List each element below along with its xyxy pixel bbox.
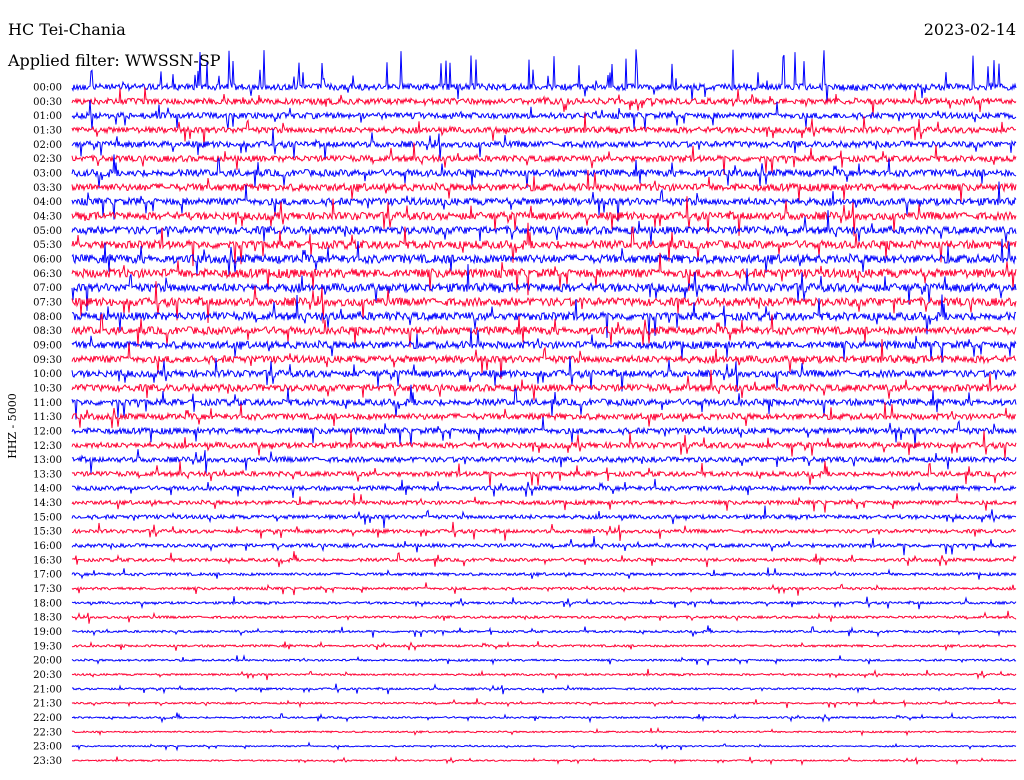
trace-row-2000	[71, 654, 1017, 666]
trace-row-0100	[71, 100, 1017, 131]
time-tick-label: 23:30	[33, 756, 62, 767]
trace-row-1230	[71, 429, 1017, 459]
time-tick-label: 01:30	[33, 125, 62, 136]
trace-row-0200	[71, 128, 1017, 161]
trace-row-2230	[71, 726, 1017, 737]
time-tick-label: 03:30	[33, 183, 62, 194]
time-tick-label: 12:30	[33, 441, 62, 452]
trace-row-1500	[71, 505, 1017, 528]
trace-row-1430	[71, 492, 1017, 513]
time-tick-label: 08:00	[33, 312, 62, 323]
time-tick-label: 08:30	[33, 326, 62, 337]
time-tick-label: 19:30	[33, 641, 62, 652]
filter-label: Applied filter: WWSSN-SP	[7, 51, 221, 70]
trace-row-2030	[71, 668, 1017, 681]
channel-label: HHZ - 5000	[6, 393, 19, 459]
time-tick-label: 06:00	[33, 254, 62, 265]
time-tick-label: 05:30	[33, 240, 62, 251]
time-tick-label: 02:00	[33, 140, 62, 151]
time-tick-label: 00:00	[33, 83, 62, 94]
time-tick-label: 03:00	[33, 168, 62, 179]
time-tick-label: 02:30	[33, 154, 62, 165]
trace-row-0030	[71, 87, 1017, 117]
trace-row-0900	[71, 327, 1017, 363]
trace-row-1730	[71, 582, 1017, 596]
time-tick-label: 05:00	[33, 226, 62, 237]
helicorder-chart: HC Tei-Chania 2023-02-14 Applied filter:…	[6, 20, 1017, 768]
time-tick-label: 18:00	[33, 598, 62, 609]
time-tick-label: 07:00	[33, 283, 62, 294]
time-tick-label: 20:00	[33, 656, 62, 667]
time-tick-label: 18:30	[33, 613, 62, 624]
trace-row-2300	[71, 741, 1017, 752]
time-tick-label: 15:30	[33, 527, 62, 538]
trace-row-1400	[72, 478, 1017, 499]
time-tick-label: 17:00	[33, 570, 62, 581]
time-tick-label: 14:00	[33, 484, 62, 495]
time-tick-label: 22:00	[33, 713, 62, 724]
trace-row-1300	[71, 449, 1017, 474]
time-tick-label: 07:30	[33, 297, 62, 308]
trace-row-1700	[71, 567, 1017, 580]
time-tick-label: 04:00	[33, 197, 62, 208]
time-tick-label: 16:30	[33, 555, 62, 566]
trace-row-1900	[71, 625, 1017, 638]
trace-row-1530	[71, 521, 1016, 541]
time-tick-label: 14:30	[33, 498, 62, 509]
time-tick-label: 01:00	[33, 111, 62, 122]
trace-row-2100	[71, 683, 1017, 695]
trace-row-1330	[71, 460, 1017, 487]
trace-row-1600	[71, 535, 1017, 556]
time-tick-label: 09:00	[33, 340, 62, 351]
time-tick-label: 10:00	[33, 369, 62, 380]
time-tick-label: 21:00	[33, 684, 62, 695]
trace-row-2330	[72, 755, 1017, 766]
station-title: HC Tei-Chania	[8, 20, 126, 39]
trace-row-1830	[71, 610, 1017, 624]
time-tick-label: 12:00	[33, 426, 62, 437]
trace-row-1930	[71, 640, 1017, 652]
time-tick-label: 11:30	[33, 412, 62, 423]
date-label: 2023-02-14	[924, 20, 1016, 39]
time-tick-label: 04:30	[33, 211, 62, 222]
time-tick-label: 10:30	[33, 383, 62, 394]
trace-row-1630	[71, 551, 1017, 568]
trace-group	[71, 49, 1017, 766]
time-tick-label: 13:30	[33, 469, 62, 480]
time-tick-label: 22:30	[33, 727, 62, 738]
time-tick-label: 17:30	[33, 584, 62, 595]
trace-row-2200	[71, 711, 1017, 724]
time-tick-label: 11:00	[33, 398, 62, 409]
time-tick-label: 06:30	[33, 269, 62, 280]
time-tick-label: 13:00	[33, 455, 62, 466]
time-tick-label: 20:30	[33, 670, 62, 681]
time-tick-label: 00:30	[33, 97, 62, 108]
trace-row-1800	[71, 596, 1017, 610]
trace-row-0130	[71, 113, 1017, 147]
time-tick-group: 00:00 00:30 01:00 01:30 02:00 02:30 03:00 03:30…	[33, 83, 62, 768]
time-tick-label: 09:30	[33, 355, 62, 366]
time-tick-label: 15:00	[33, 512, 62, 523]
trace-row-0830	[71, 313, 1017, 348]
time-tick-label: 23:00	[33, 742, 62, 753]
time-tick-label: 21:30	[33, 699, 62, 710]
time-tick-label: 16:00	[33, 541, 62, 552]
trace-row-2130	[71, 698, 1017, 709]
time-tick-label: 19:00	[33, 627, 62, 638]
